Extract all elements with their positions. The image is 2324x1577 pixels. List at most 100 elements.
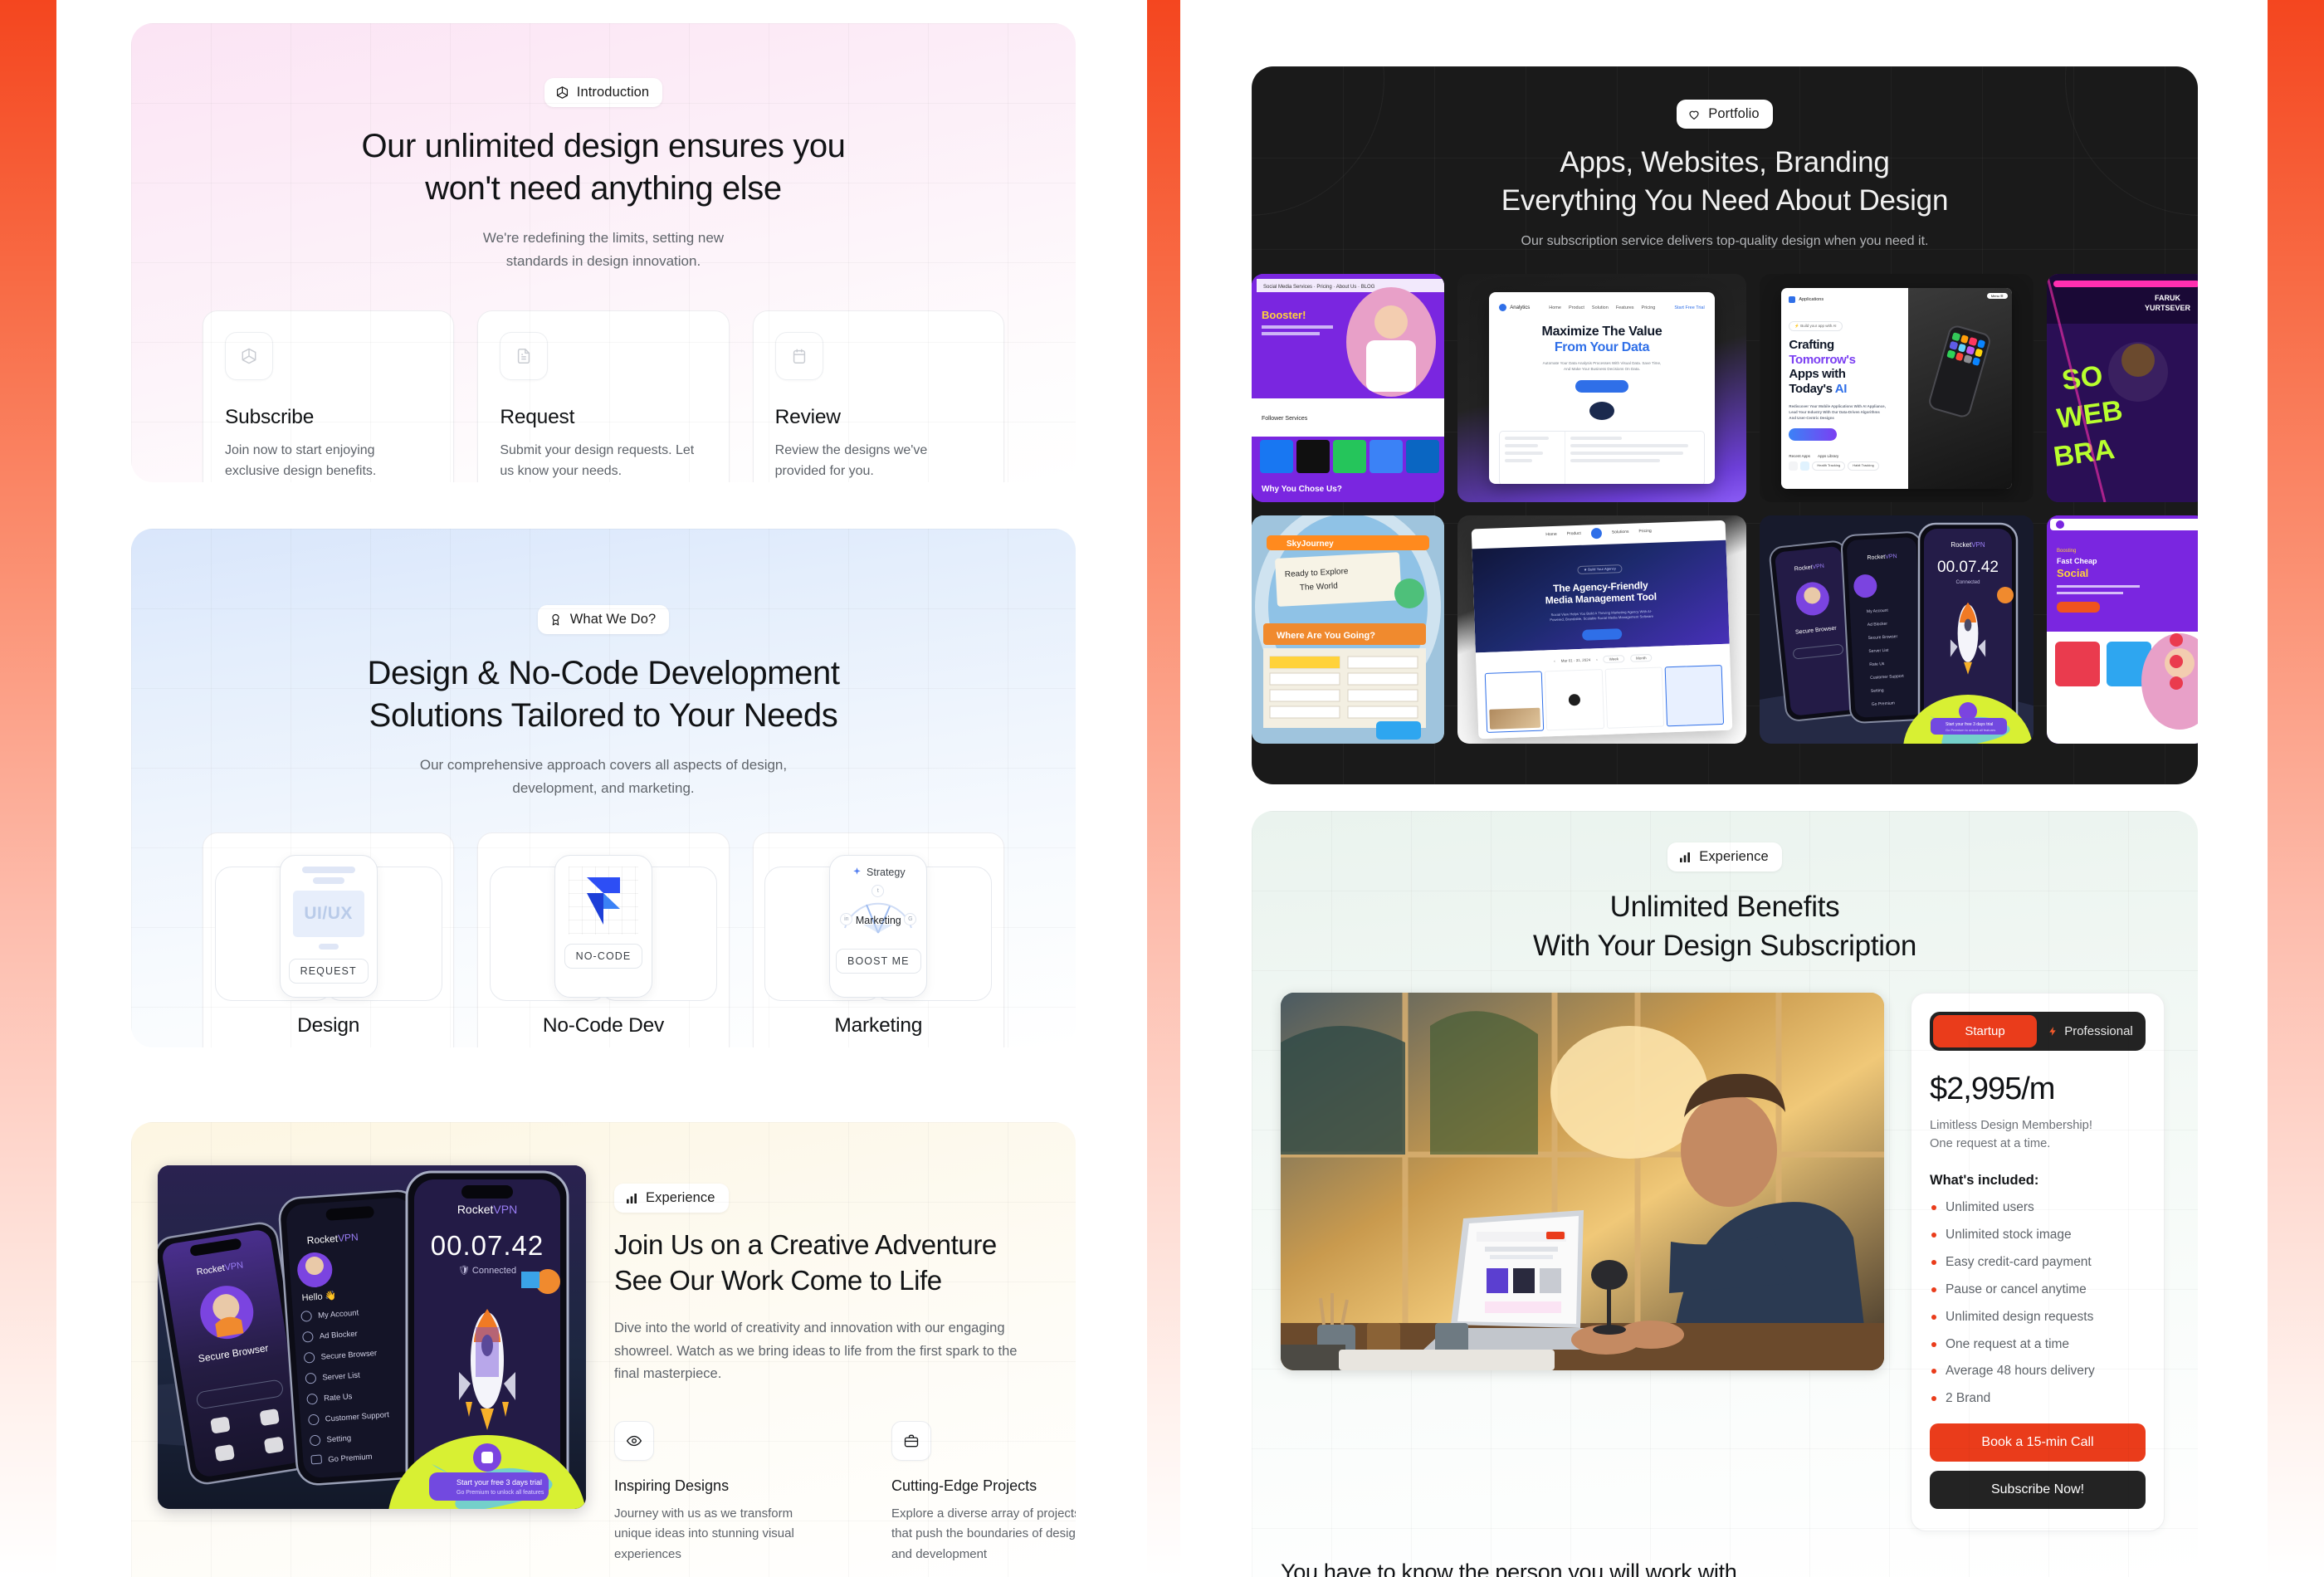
svg-text:Go Premium to unlock all featu: Go Premium to unlock all features [456, 1490, 544, 1496]
svg-text:Why You Chose Us?: Why You Chose Us? [1262, 485, 1342, 494]
price-note: Limitless Design Membership! One request… [1930, 1119, 2092, 1151]
book-call-button[interactable]: Book a 15-min Call [1930, 1423, 2146, 1462]
portfolio-title: Apps, Websites, Branding Everything You … [1501, 146, 1949, 217]
included-item: One request at a time [1930, 1336, 2146, 1352]
benefits-badge[interactable]: Experience [1667, 842, 1782, 872]
calendar-icon-badge [774, 331, 823, 380]
included-feature-list: Unlimited users Unlimited stock image Ea… [1930, 1199, 2146, 1407]
svg-text:Start your free 3 days trial: Start your free 3 days trial [456, 1478, 542, 1487]
portfolio-badge-wrap: Portfolio [1252, 66, 2198, 129]
what-we-do-title: Design & No-Code Development Solutions T… [367, 655, 840, 735]
portfolio-thumb-faruk-yurtsever-branding[interactable]: FARUK YURTSEVER SO WEB BRA [2047, 274, 2198, 503]
svg-text:🛡 Connected: 🛡 Connected [458, 1265, 516, 1276]
included-item: Unlimited design requests [1930, 1309, 2146, 1325]
what-we-do-badge[interactable]: What We Do? [537, 605, 670, 634]
intro-card-title: Subscribe [225, 405, 315, 428]
portfolio-section: Portfolio Apps, Websites, Branding Every… [1252, 66, 2198, 784]
eye-icon [626, 1435, 642, 1447]
svg-text:Setting: Setting [1871, 688, 1884, 694]
plan-toggle[interactable]: Startup Professional [1930, 1012, 2146, 1052]
svg-text:Setting: Setting [326, 1433, 351, 1444]
subscribe-now-button[interactable]: Subscribe Now! [1930, 1470, 2146, 1509]
svg-text:Social Media Services · Pricin: Social Media Services · Pricing · About … [1263, 285, 1375, 290]
thumb-art-ai-apps: Applications ⚡ Build your app with AI Cr… [1781, 287, 2012, 489]
briefcase-icon-badge [891, 1420, 931, 1461]
award-icon [552, 613, 559, 626]
bar-chart-icon [627, 1193, 637, 1204]
portfolio-thumb-media-management-tool[interactable]: Home Product Solutions Pricing ★ Build You… [1457, 515, 1746, 745]
svg-text:Ad Blocker: Ad Blocker [1868, 622, 1888, 627]
mock-nocode-button[interactable]: NO-CODE [564, 943, 643, 969]
portfolio-thumb-analytics-saas[interactable]: Analytics Home Product Solution Features Pri… [1457, 274, 1746, 503]
eye-icon-badge [614, 1420, 654, 1461]
cube-icon-badge [225, 331, 273, 380]
landing-page-canvas: Introduction Our unlimited design ensure… [0, 0, 2324, 1577]
feature-inspiring-designs: Inspiring Designs Journey with us as we … [614, 1420, 825, 1565]
plan-option-professional[interactable]: Professional [2038, 1015, 2142, 1047]
svg-text:RocketVPN: RocketVPN [457, 1203, 517, 1216]
what-we-do-badge-label: What We Do? [569, 612, 657, 627]
feature-title: Inspiring Designs [614, 1477, 730, 1494]
radar-diagram: t in G Marketing [838, 881, 918, 940]
mock-front-marketing: Strategy t in G Marketing BOOST ME [829, 854, 928, 998]
svg-text:Follower Services: Follower Services [1262, 416, 1308, 422]
showreel-title: Join Us on a Creative Adventure See Our … [614, 1229, 997, 1296]
briefcase-icon [904, 1434, 919, 1448]
showreel-feature-row: Inspiring Designs Journey with us as we … [614, 1420, 1076, 1565]
intro-card-review[interactable]: Review Review the designs we've provided… [752, 310, 1004, 482]
service-card-marketing[interactable]: Strategy t in G Marketing BOOST ME Marke… [752, 832, 1004, 1047]
feature-desc: Explore a diverse array of projects that… [891, 1506, 1076, 1561]
intro-card-request[interactable]: Request Submit your design requests. Let… [477, 310, 730, 482]
portfolio-thumb-rocketvpn-app[interactable]: RocketVPN Secure Browser RocketVPN My Ac… [1760, 515, 2034, 745]
intro-card-title: Request [500, 405, 575, 428]
intro-badge-label: Introduction [576, 85, 650, 100]
intro-card-subscribe[interactable]: Subscribe Join now to start enjoying exc… [203, 310, 455, 482]
included-heading: What's included: [1930, 1173, 2039, 1189]
svg-text:Booster!: Booster! [1262, 309, 1306, 321]
thumb-cta-chip [1575, 379, 1628, 393]
included-item: Unlimited stock image [1930, 1227, 2146, 1243]
benefits-body: Startup Professional $2,995/m Limitless … [1252, 965, 2198, 1531]
plan-option-startup[interactable]: Startup [1933, 1015, 2037, 1048]
mock-bar [301, 866, 355, 873]
sparkle-icon [853, 867, 861, 875]
mock-grid-area [568, 866, 638, 935]
intro-badge[interactable]: Introduction [544, 78, 663, 107]
mock-boost-button[interactable]: BOOST ME [836, 948, 921, 974]
included-item: Unlimited users [1930, 1199, 2146, 1215]
service-card-no-code-dev[interactable]: NO-CODE No-Code Dev Bring your visions t… [477, 832, 730, 1047]
intro-card-desc: Submit your design requests. Let us know… [500, 442, 695, 479]
whatwedo-heading-group: Design & No-Code Development Solutions T… [131, 652, 1076, 799]
svg-text:Server List: Server List [1868, 648, 1889, 654]
about-block: You have to know the person you will wor… [1252, 1531, 2198, 1577]
portfolio-badge[interactable]: Portfolio [1677, 100, 1773, 129]
portfolio-thumb-social-media-booster[interactable]: Social Media Services · Pricing · About … [1252, 274, 1444, 503]
service-card-design[interactable]: UI/UX REQUEST Design Transform your idea… [203, 832, 455, 1047]
file-text-icon [518, 348, 530, 364]
plan-startup-label: Startup [1965, 1024, 2005, 1039]
portfolio-row-1: Social Media Services · Pricing · About … [1252, 274, 2198, 503]
portfolio-thumb-skyjourney-travel[interactable]: SkyJourney Ready to Explore The World Wh… [1252, 515, 1444, 745]
what-we-do-section: What We Do? Design & No-Code Development… [131, 529, 1076, 1047]
heart-icon [1689, 110, 1699, 120]
workspace-photo [1281, 993, 1884, 1371]
svg-text:Connected: Connected [1955, 580, 1980, 585]
thumb-art-media-tool: Home Product Solutions Pricing ★ Build You… [1471, 520, 1733, 740]
svg-text:SkyJourney: SkyJourney [1286, 540, 1334, 549]
showreel-desc: Dive into the world of creativity and in… [614, 1320, 1018, 1382]
radar-node-linkedin: in [840, 912, 853, 925]
included-item: Average 48 hours delivery [1930, 1363, 2146, 1379]
portfolio-thumb-social-purple-site[interactable]: Boosting Fast Cheap Social [2047, 515, 2198, 745]
bolt-icon [2049, 1027, 2056, 1037]
intro-subtitle: We're redefining the limits, setting new… [482, 230, 725, 269]
portfolio-thumb-ai-apps-agency[interactable]: Applications ⚡ Build your app with AI Cr… [1760, 274, 2034, 503]
what-we-do-subtitle: Our comprehensive approach covers all as… [419, 757, 788, 796]
price-amount: $2,995/m [1930, 1072, 2055, 1107]
showreel-badge[interactable]: Experience [614, 1184, 729, 1213]
workspace-photo-illustration [1281, 993, 1884, 1371]
cube-icon [556, 86, 568, 99]
mock-request-button[interactable]: REQUEST [288, 958, 369, 984]
thumb-art-rocketvpn: RocketVPN Secure Browser RocketVPN My Ac… [1760, 515, 2034, 745]
service-title: Marketing [834, 1013, 923, 1037]
intro-card-desc: Join now to start enjoying exclusive des… [225, 442, 377, 479]
